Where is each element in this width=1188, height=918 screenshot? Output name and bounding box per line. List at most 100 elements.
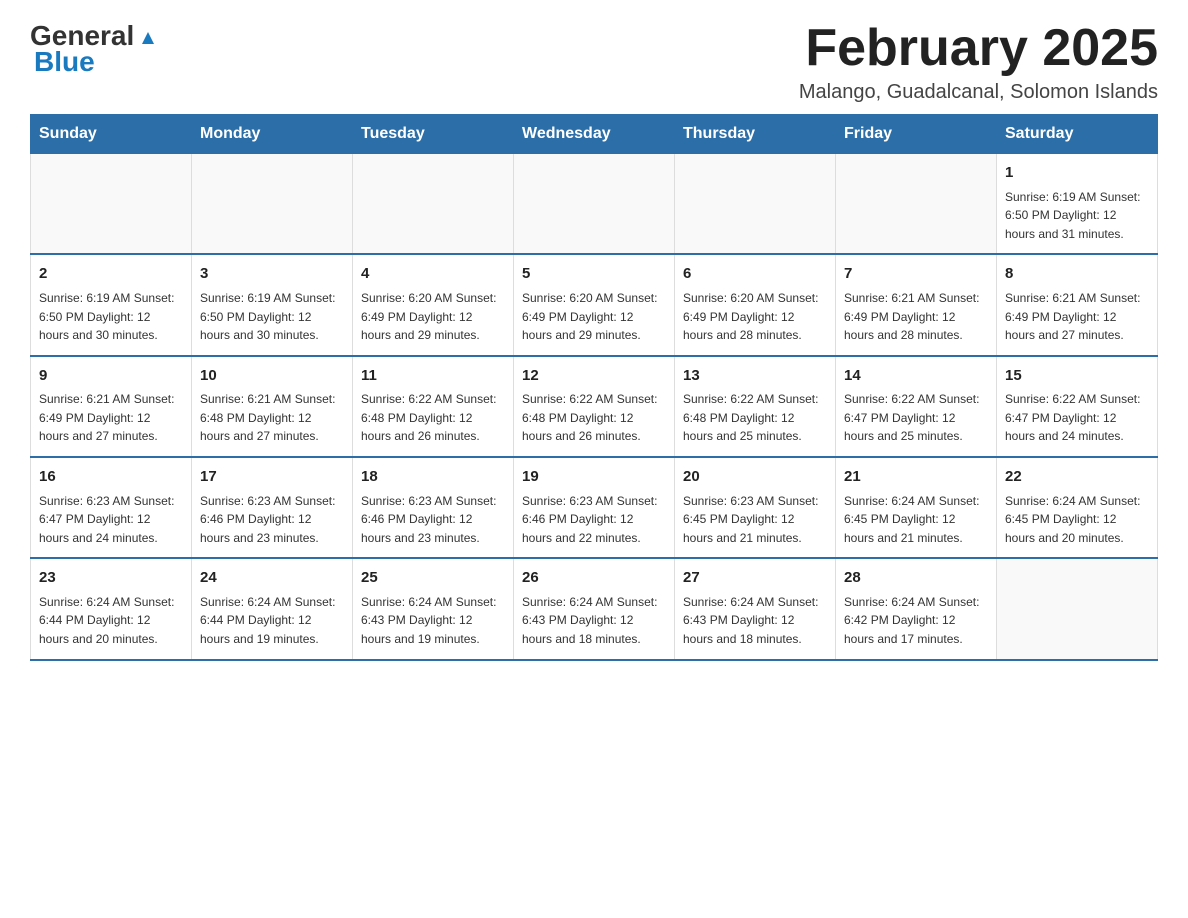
day-info: Sunrise: 6:20 AM Sunset: 6:49 PM Dayligh… [522,289,666,345]
day-number: 25 [361,567,505,590]
day-number: 26 [522,567,666,590]
page-title: February 2025 [799,20,1158,77]
calendar-cell: 19 Sunrise: 6:23 AM Sunset: 6:46 PM Dayli… [514,457,675,558]
day-number: 12 [522,365,666,388]
calendar-cell: 14Sunrise: 6:22 AM Sunset: 6:47 PM Dayli… [836,356,997,457]
calendar-cell: 3 Sunrise: 6:19 AM Sunset: 6:50 PM Daylig… [192,254,353,355]
calendar-cell: 1 Sunrise: 6:19 AM Sunset: 6:50 PM Daylig… [997,154,1158,255]
day-number: 16 [39,466,183,489]
day-info: Sunrise: 6:22 AM Sunset: 6:47 PM Dayligh… [844,390,988,446]
day-info: Sunrise: 6:19 AM Sunset: 6:50 PM Dayligh… [39,289,183,345]
calendar-cell: 9Sunrise: 6:21 AM Sunset: 6:49 PM Daylig… [31,356,192,457]
day-number: 10 [200,365,344,388]
calendar-cell: 20 Sunrise: 6:23 AM Sunset: 6:45 PM Dayli… [675,457,836,558]
day-number: 7 [844,263,988,286]
calendar-table: SundayMondayTuesdayWednesdayThursdayFrid… [30,114,1158,660]
logo: General Blue [30,20,158,78]
day-info: Sunrise: 6:19 AM Sunset: 6:50 PM Dayligh… [1005,188,1149,244]
day-info: Sunrise: 6:24 AM Sunset: 6:45 PM Dayligh… [1005,492,1149,548]
calendar-cell: 10Sunrise: 6:21 AM Sunset: 6:48 PM Dayli… [192,356,353,457]
calendar-cell [675,154,836,255]
logo-blue-text: Blue [34,46,95,78]
weekday-header-friday: Friday [836,115,997,154]
calendar-cell: 15Sunrise: 6:22 AM Sunset: 6:47 PM Dayli… [997,356,1158,457]
day-info: Sunrise: 6:23 AM Sunset: 6:46 PM Dayligh… [522,492,666,548]
day-number: 19 [522,466,666,489]
calendar-cell: 4Sunrise: 6:20 AM Sunset: 6:49 PM Daylig… [353,254,514,355]
calendar-cell [997,558,1158,659]
day-info: Sunrise: 6:20 AM Sunset: 6:49 PM Dayligh… [683,289,827,345]
calendar-cell: 28Sunrise: 6:24 AM Sunset: 6:42 PM Dayli… [836,558,997,659]
day-info: Sunrise: 6:24 AM Sunset: 6:44 PM Dayligh… [39,593,183,649]
calendar-cell: 18Sunrise: 6:23 AM Sunset: 6:46 PM Dayli… [353,457,514,558]
day-info: Sunrise: 6:24 AM Sunset: 6:45 PM Dayligh… [844,492,988,548]
weekday-header-saturday: Saturday [997,115,1158,154]
day-info: Sunrise: 6:22 AM Sunset: 6:48 PM Dayligh… [522,390,666,446]
day-number: 21 [844,466,988,489]
title-block: February 2025 Malango, Guadalcanal, Solo… [799,20,1158,104]
calendar-header: SundayMondayTuesdayWednesdayThursdayFrid… [31,115,1158,154]
day-number: 4 [361,263,505,286]
weekday-header-monday: Monday [192,115,353,154]
calendar-cell: 13Sunrise: 6:22 AM Sunset: 6:48 PM Dayli… [675,356,836,457]
calendar-body: 1 Sunrise: 6:19 AM Sunset: 6:50 PM Daylig… [31,154,1158,660]
day-info: Sunrise: 6:23 AM Sunset: 6:47 PM Dayligh… [39,492,183,548]
calendar-cell: 12Sunrise: 6:22 AM Sunset: 6:48 PM Dayli… [514,356,675,457]
weekday-header-wednesday: Wednesday [514,115,675,154]
day-info: Sunrise: 6:23 AM Sunset: 6:46 PM Dayligh… [200,492,344,548]
day-number: 24 [200,567,344,590]
weekday-header-row: SundayMondayTuesdayWednesdayThursdayFrid… [31,115,1158,154]
day-number: 2 [39,263,183,286]
weekday-header-sunday: Sunday [31,115,192,154]
calendar-cell: 26 Sunrise: 6:24 AM Sunset: 6:43 PM Dayli… [514,558,675,659]
calendar-cell: 5 Sunrise: 6:20 AM Sunset: 6:49 PM Daylig… [514,254,675,355]
calendar-cell: 16 Sunrise: 6:23 AM Sunset: 6:47 PM Dayli… [31,457,192,558]
day-number: 14 [844,365,988,388]
calendar-week-row: 9Sunrise: 6:21 AM Sunset: 6:49 PM Daylig… [31,356,1158,457]
calendar-week-row: 16 Sunrise: 6:23 AM Sunset: 6:47 PM Dayli… [31,457,1158,558]
calendar-cell: 7Sunrise: 6:21 AM Sunset: 6:49 PM Daylig… [836,254,997,355]
day-info: Sunrise: 6:24 AM Sunset: 6:43 PM Dayligh… [361,593,505,649]
day-info: Sunrise: 6:22 AM Sunset: 6:47 PM Dayligh… [1005,390,1149,446]
weekday-header-tuesday: Tuesday [353,115,514,154]
calendar-cell: 23 Sunrise: 6:24 AM Sunset: 6:44 PM Dayli… [31,558,192,659]
day-info: Sunrise: 6:24 AM Sunset: 6:43 PM Dayligh… [522,593,666,649]
day-number: 11 [361,365,505,388]
day-number: 9 [39,365,183,388]
day-number: 27 [683,567,827,590]
day-info: Sunrise: 6:21 AM Sunset: 6:48 PM Dayligh… [200,390,344,446]
weekday-header-thursday: Thursday [675,115,836,154]
calendar-cell [514,154,675,255]
day-info: Sunrise: 6:22 AM Sunset: 6:48 PM Dayligh… [683,390,827,446]
day-number: 20 [683,466,827,489]
day-number: 8 [1005,263,1149,286]
day-number: 5 [522,263,666,286]
day-info: Sunrise: 6:23 AM Sunset: 6:46 PM Dayligh… [361,492,505,548]
page-subtitle: Malango, Guadalcanal, Solomon Islands [799,81,1158,104]
day-number: 1 [1005,162,1149,185]
logo-triangle-icon [136,26,158,48]
day-info: Sunrise: 6:22 AM Sunset: 6:48 PM Dayligh… [361,390,505,446]
day-number: 3 [200,263,344,286]
day-number: 15 [1005,365,1149,388]
day-number: 28 [844,567,988,590]
calendar-week-row: 1 Sunrise: 6:19 AM Sunset: 6:50 PM Daylig… [31,154,1158,255]
calendar-week-row: 2 Sunrise: 6:19 AM Sunset: 6:50 PM Daylig… [31,254,1158,355]
calendar-cell: 27 Sunrise: 6:24 AM Sunset: 6:43 PM Dayli… [675,558,836,659]
calendar-cell: 11Sunrise: 6:22 AM Sunset: 6:48 PM Dayli… [353,356,514,457]
day-info: Sunrise: 6:23 AM Sunset: 6:45 PM Dayligh… [683,492,827,548]
calendar-cell [192,154,353,255]
day-info: Sunrise: 6:24 AM Sunset: 6:43 PM Dayligh… [683,593,827,649]
calendar-cell: 17Sunrise: 6:23 AM Sunset: 6:46 PM Dayli… [192,457,353,558]
calendar-cell [836,154,997,255]
day-number: 6 [683,263,827,286]
day-info: Sunrise: 6:21 AM Sunset: 6:49 PM Dayligh… [1005,289,1149,345]
day-info: Sunrise: 6:19 AM Sunset: 6:50 PM Dayligh… [200,289,344,345]
calendar-cell: 24Sunrise: 6:24 AM Sunset: 6:44 PM Dayli… [192,558,353,659]
calendar-cell: 8 Sunrise: 6:21 AM Sunset: 6:49 PM Daylig… [997,254,1158,355]
page-header: General Blue February 2025 Malango, Guad… [30,20,1158,104]
day-number: 23 [39,567,183,590]
calendar-cell: 22Sunrise: 6:24 AM Sunset: 6:45 PM Dayli… [997,457,1158,558]
day-info: Sunrise: 6:21 AM Sunset: 6:49 PM Dayligh… [39,390,183,446]
calendar-cell: 25 Sunrise: 6:24 AM Sunset: 6:43 PM Dayli… [353,558,514,659]
